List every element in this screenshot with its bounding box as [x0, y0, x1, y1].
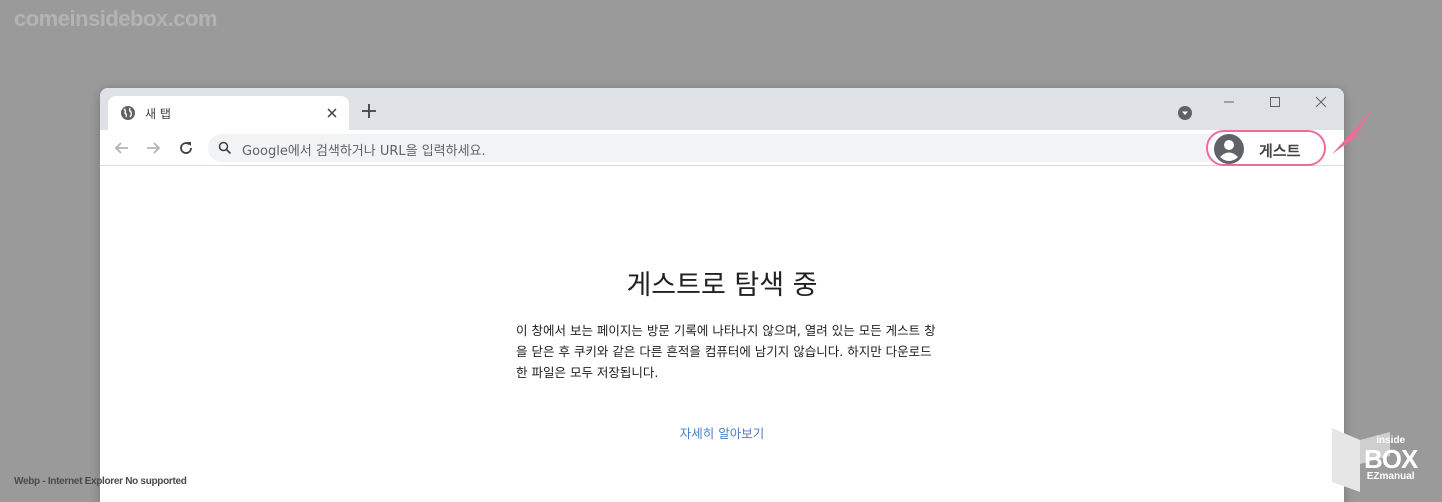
profile-label: 게스트	[1259, 142, 1301, 160]
guest-page: 게스트로 탐색 중 이 창에서 보는 페이지는 방문 기록에 나타나지 않으며,…	[100, 167, 1344, 502]
logo-text: inside BOX EZmanual	[1364, 436, 1418, 482]
back-arrow-icon[interactable]	[113, 139, 131, 157]
watermark-site: comeinsidebox.com	[14, 6, 218, 31]
minimize-icon[interactable]	[1221, 94, 1237, 110]
forward-arrow-icon[interactable]	[144, 139, 162, 157]
tab-search-icon[interactable]	[1177, 105, 1193, 121]
logo-line3: EZmanual	[1366, 471, 1415, 482]
pointer-arrow-icon	[1332, 108, 1374, 154]
toolbar: Google에서 검색하거나 URL을 입력하세요. 게스트	[100, 130, 1344, 166]
insidebox-logo: inside BOX EZmanual	[1330, 426, 1430, 496]
new-tab-button[interactable]	[360, 102, 378, 120]
avatar-icon	[1214, 134, 1244, 164]
browser-window: 새 탭 Google에서 검색하거나 URL을 입력하세요. 게스트 게스트로 …	[100, 88, 1344, 502]
maximize-icon[interactable]	[1267, 94, 1283, 110]
tab-strip: 새 탭	[100, 88, 1344, 130]
globe-icon	[121, 106, 135, 120]
address-bar[interactable]: Google에서 검색하거나 URL을 입력하세요.	[208, 134, 1224, 162]
watermark-note: Webp - Internet Explorer No supported	[14, 476, 187, 487]
page-title: 게스트로 탐색 중	[626, 270, 818, 301]
search-icon	[218, 141, 232, 155]
close-tab-icon[interactable]	[324, 105, 340, 121]
logo-line2: BOX	[1364, 444, 1418, 474]
tab-title: 새 탭	[145, 107, 171, 121]
learn-more-link[interactable]: 자세히 알아보기	[100, 423, 1344, 442]
tab-new-tab[interactable]: 새 탭	[108, 96, 349, 130]
profile-button[interactable]: 게스트	[1206, 130, 1326, 166]
close-window-icon[interactable]	[1313, 94, 1329, 110]
address-bar-placeholder: Google에서 검색하거나 URL을 입력하세요.	[242, 144, 486, 159]
page-description: 이 창에서 보는 페이지는 방문 기록에 나타나지 않으며, 열려 있는 모든 …	[516, 323, 936, 380]
reload-icon[interactable]	[177, 139, 195, 157]
